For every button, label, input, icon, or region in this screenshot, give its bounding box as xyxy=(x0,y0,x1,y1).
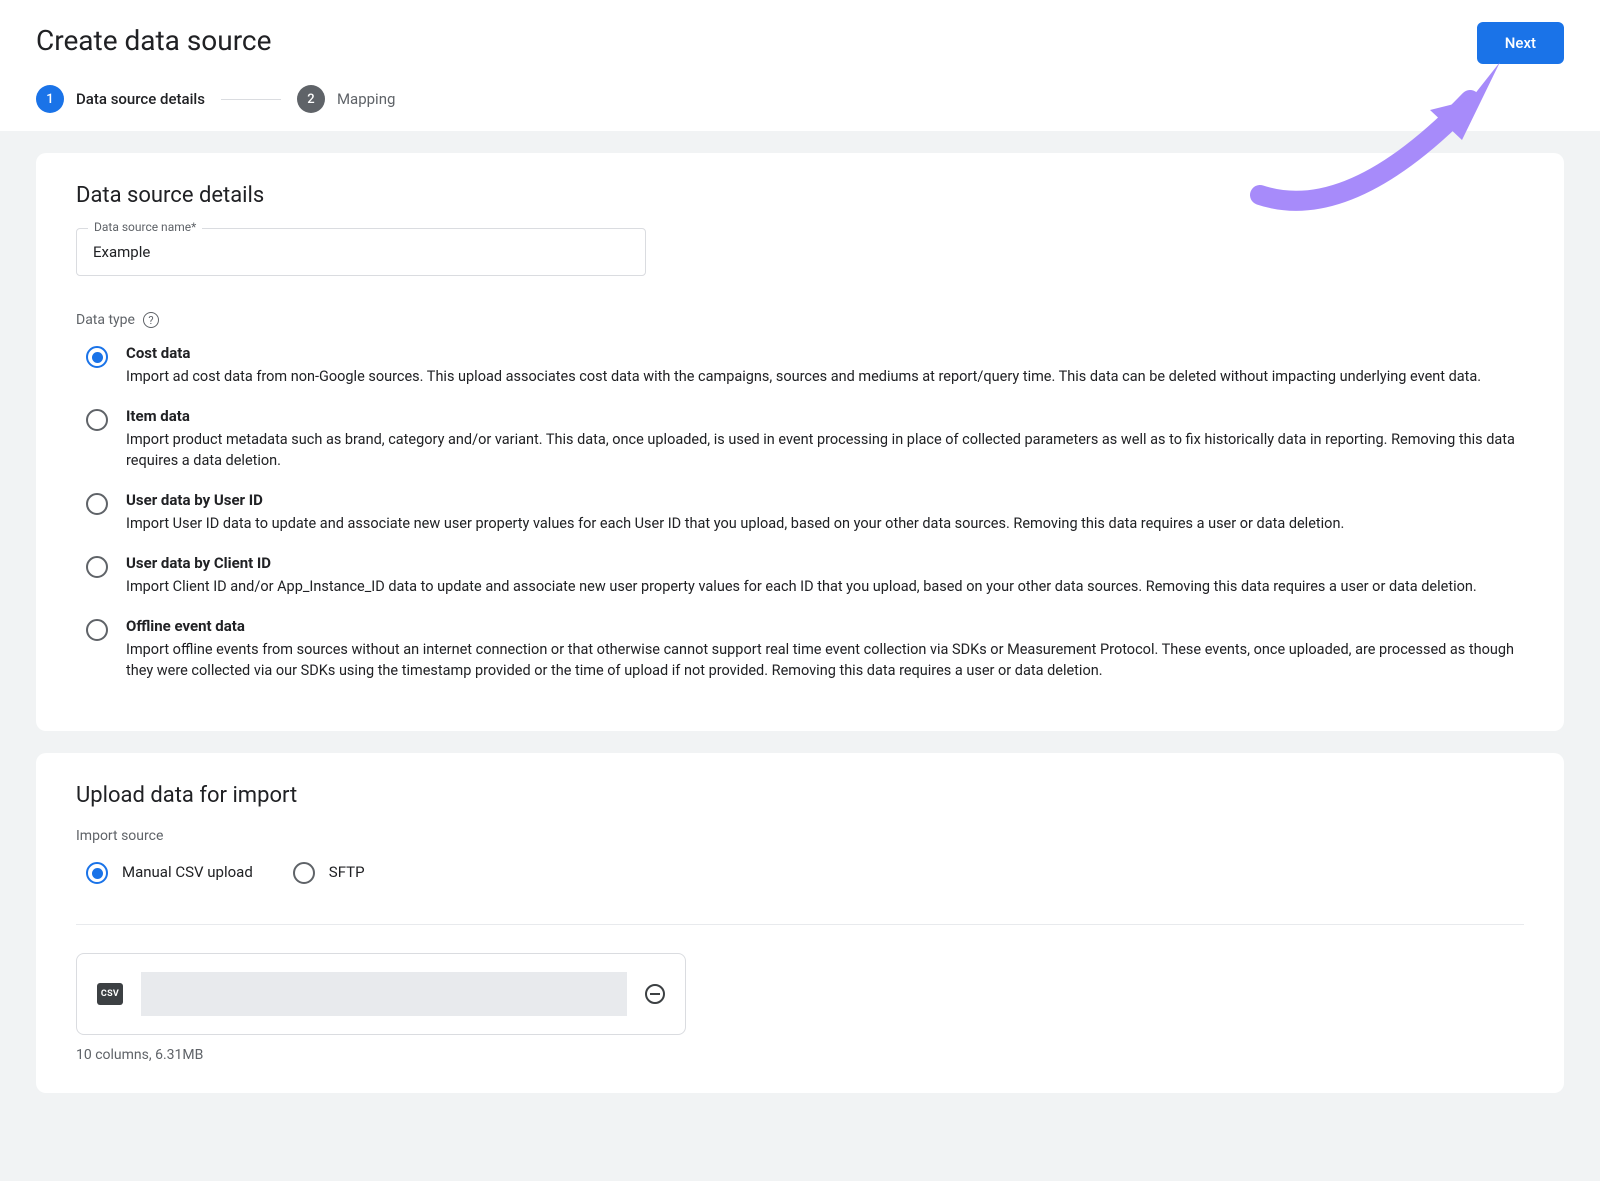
data-source-name-field: Data source name* xyxy=(76,228,646,276)
radio-button[interactable] xyxy=(86,556,108,578)
radio-button[interactable] xyxy=(86,346,108,368)
file-chip: CSV xyxy=(76,953,686,1035)
upload-card-title: Upload data for import xyxy=(76,783,1524,808)
step-connector xyxy=(221,99,281,100)
data-type-option-3[interactable]: User data by Client ID Import Client ID a… xyxy=(86,554,1524,597)
radio-button[interactable] xyxy=(86,409,108,431)
data-source-name-label: Data source name* xyxy=(88,220,202,234)
next-button[interactable]: Next xyxy=(1477,22,1564,64)
file-name-placeholder xyxy=(141,972,627,1016)
step-2-label: Mapping xyxy=(337,90,395,108)
radio-description: Import ad cost data from non-Google sour… xyxy=(126,366,1524,387)
data-type-option-2[interactable]: User data by User ID Import User ID data … xyxy=(86,491,1524,534)
details-card-title: Data source details xyxy=(76,183,1524,208)
import-source-label: Manual CSV upload xyxy=(122,863,253,881)
data-source-name-input[interactable] xyxy=(76,228,646,276)
radio-button[interactable] xyxy=(86,619,108,641)
step-2-badge: 2 xyxy=(297,85,325,113)
import-source-label: Import source xyxy=(76,828,1524,844)
import-source-option-0[interactable]: Manual CSV upload xyxy=(86,860,253,884)
details-card: Data source details Data source name* Da… xyxy=(36,153,1564,731)
help-icon[interactable]: ? xyxy=(143,312,159,328)
stepper: 1 Data source details 2 Mapping xyxy=(36,85,1564,131)
csv-icon: CSV xyxy=(97,983,123,1005)
file-meta: 10 columns, 6.31MB xyxy=(76,1047,1524,1063)
radio-description: Import offline events from sources witho… xyxy=(126,639,1524,681)
radio-title: Item data xyxy=(126,407,1524,425)
import-source-radio-group: Manual CSV upload SFTP xyxy=(86,860,1524,884)
step-2[interactable]: 2 Mapping xyxy=(297,85,395,113)
radio-button[interactable] xyxy=(86,862,108,884)
step-1-label: Data source details xyxy=(76,90,205,108)
step-1-badge: 1 xyxy=(36,85,64,113)
import-source-option-1[interactable]: SFTP xyxy=(293,860,365,884)
radio-description: Import Client ID and/or App_Instance_ID … xyxy=(126,576,1524,597)
upload-card: Upload data for import Import source Man… xyxy=(36,753,1564,1093)
radio-title: User data by User ID xyxy=(126,491,1524,509)
content: Data source details Data source name* Da… xyxy=(0,131,1600,1137)
page-title: Create data source xyxy=(36,24,1564,57)
step-1[interactable]: 1 Data source details xyxy=(36,85,205,113)
data-type-label: Data type xyxy=(76,312,135,328)
data-type-label-row: Data type ? xyxy=(76,312,1524,328)
radio-title: Offline event data xyxy=(126,617,1524,635)
radio-title: User data by Client ID xyxy=(126,554,1524,572)
data-type-radio-group: Cost data Import ad cost data from non-Go… xyxy=(86,344,1524,681)
radio-description: Import User ID data to update and associ… xyxy=(126,513,1524,534)
header-bar: Create data source 1 Data source details… xyxy=(0,0,1600,131)
radio-button[interactable] xyxy=(86,493,108,515)
data-type-option-1[interactable]: Item data Import product metadata such as… xyxy=(86,407,1524,471)
radio-title: Cost data xyxy=(126,344,1524,362)
radio-description: Import product metadata such as brand, c… xyxy=(126,429,1524,471)
remove-file-icon[interactable] xyxy=(645,984,665,1004)
radio-button[interactable] xyxy=(293,862,315,884)
import-source-label: SFTP xyxy=(329,863,365,881)
data-type-option-4[interactable]: Offline event data Import offline events … xyxy=(86,617,1524,681)
data-type-option-0[interactable]: Cost data Import ad cost data from non-Go… xyxy=(86,344,1524,387)
divider xyxy=(76,924,1524,925)
